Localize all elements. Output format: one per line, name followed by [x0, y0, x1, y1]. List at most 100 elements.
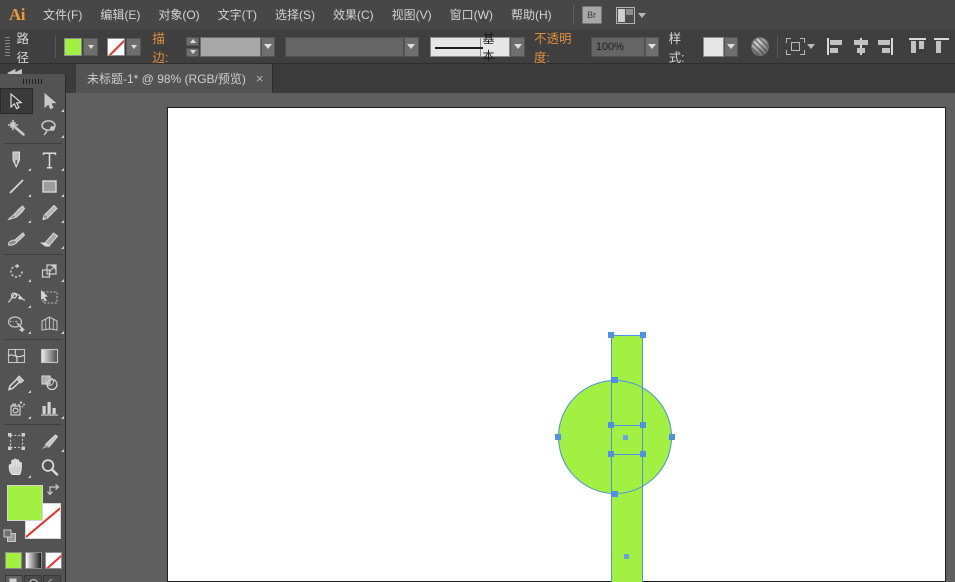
zoom-tool[interactable] [33, 454, 66, 480]
anchor-point[interactable] [555, 434, 561, 440]
color-mode-none-icon[interactable] [45, 552, 62, 569]
rotate-tool[interactable] [0, 258, 33, 284]
stroke-weight-dropdown[interactable] [261, 37, 276, 57]
perspective-grid-tool[interactable] [33, 310, 66, 336]
graphic-style-swatch[interactable] [703, 37, 724, 57]
opacity-input[interactable]: 100% [591, 37, 645, 57]
style-label: 样式: [669, 28, 695, 66]
chevron-down-icon [638, 13, 646, 18]
blob-brush-tool[interactable] [0, 225, 33, 251]
recolor-artwork-icon[interactable] [751, 37, 769, 56]
bridge-icon[interactable]: Br [582, 6, 602, 24]
menu-file[interactable]: 文件(F) [34, 0, 91, 30]
stepper-down-icon [186, 48, 199, 57]
lasso-tool[interactable] [33, 114, 66, 140]
brush-definition-control[interactable]: 基本 [430, 37, 525, 57]
blend-tool[interactable] [33, 369, 66, 395]
document-tab-title: 未标题-1* @ 98% (RGB/预览) [87, 70, 246, 87]
app-logo: Ai [0, 0, 34, 30]
toolbox-fill-swatch[interactable] [7, 485, 43, 521]
type-tool[interactable] [33, 147, 66, 173]
menu-select[interactable]: 选择(S) [266, 0, 324, 30]
artboard-selector[interactable] [786, 38, 815, 55]
toolbox-drag-handle[interactable] [0, 74, 65, 88]
artboard-tool[interactable] [0, 428, 33, 454]
control-bar-grip[interactable] [5, 37, 10, 57]
stroke-weight-label[interactable]: 描边: [152, 28, 178, 66]
fill-swatch[interactable] [64, 38, 82, 56]
align-right-edges-icon[interactable] [878, 38, 894, 55]
shape-builder-tool[interactable] [0, 310, 33, 336]
color-mode-flat[interactable] [5, 552, 22, 569]
align-vertical-center-icon[interactable] [934, 38, 950, 55]
color-mode-gradient[interactable] [25, 552, 42, 569]
fill-control[interactable] [64, 38, 98, 56]
magic-wand-tool[interactable] [0, 114, 33, 140]
tool-divider-2 [4, 254, 62, 255]
draw-normal-mode[interactable] [5, 575, 23, 582]
line-segment-tool[interactable] [0, 173, 33, 199]
hand-tool[interactable] [0, 454, 33, 480]
control-divider-2 [777, 36, 778, 58]
stroke-dropdown-arrow[interactable] [126, 38, 141, 56]
fill-dropdown-arrow[interactable] [83, 38, 98, 56]
toolbox-panel [0, 74, 66, 582]
anchor-point[interactable] [608, 332, 614, 338]
opacity-dropdown[interactable] [645, 37, 660, 57]
rectangle-tool[interactable] [33, 173, 66, 199]
pencil-tool[interactable] [33, 199, 66, 225]
close-icon[interactable]: × [256, 72, 264, 85]
menu-bar: Ai 文件(F) 编辑(E) 对象(O) 文字(T) 选择(S) 效果(C) 视… [0, 0, 955, 30]
width-tool[interactable] [0, 284, 33, 310]
draw-behind-mode[interactable] [24, 575, 42, 582]
menu-type[interactable]: 文字(T) [209, 0, 266, 30]
stroke-profile-input[interactable] [285, 37, 405, 57]
arrange-documents-button[interactable] [616, 7, 646, 24]
menu-view[interactable]: 视图(V) [383, 0, 441, 30]
mesh-tool[interactable] [0, 343, 33, 369]
anchor-point[interactable] [612, 377, 618, 383]
menu-effect[interactable]: 效果(C) [324, 0, 383, 30]
swap-fill-stroke-icon[interactable] [47, 483, 61, 496]
draw-inside-mode[interactable] [43, 575, 61, 582]
rectangle-inner-edge [611, 425, 643, 426]
artboard[interactable] [167, 107, 946, 582]
default-fill-stroke-icon[interactable] [3, 529, 16, 542]
menu-edit[interactable]: 编辑(E) [91, 0, 149, 30]
anchor-point[interactable] [640, 332, 646, 338]
gradient-tool[interactable] [33, 343, 66, 369]
stroke-control[interactable] [107, 38, 141, 56]
scale-tool[interactable] [33, 258, 66, 284]
eyedropper-tool[interactable] [0, 369, 33, 395]
symbol-sprayer-tool[interactable] [0, 395, 33, 421]
tool-divider-3 [4, 339, 62, 340]
selection-tool[interactable] [0, 88, 33, 114]
stroke-profile-dropdown[interactable] [404, 37, 419, 57]
align-horizontal-center-icon[interactable] [852, 38, 868, 55]
slice-tool[interactable] [33, 428, 66, 454]
eraser-tool[interactable] [33, 225, 66, 251]
brush-definition-dropdown[interactable] [510, 37, 525, 57]
stroke-swatch-none-icon[interactable] [107, 38, 125, 56]
free-transform-tool[interactable] [33, 284, 66, 310]
canvas-area[interactable] [66, 93, 955, 582]
opacity-label[interactable]: 不透明度: [534, 28, 583, 66]
menu-object[interactable]: 对象(O) [149, 0, 208, 30]
stroke-weight-stepper[interactable] [186, 37, 199, 57]
align-top-edges-icon[interactable] [909, 38, 925, 55]
column-graph-tool[interactable] [33, 395, 66, 421]
document-tab[interactable]: 未标题-1* @ 98% (RGB/预览) × [76, 64, 273, 93]
paintbrush-tool[interactable] [0, 199, 33, 225]
menu-help[interactable]: 帮助(H) [502, 0, 561, 30]
anchor-point[interactable] [612, 491, 618, 497]
stroke-weight-input[interactable] [200, 37, 260, 57]
graphic-style-dropdown[interactable] [724, 37, 739, 57]
menu-window[interactable]: 窗口(W) [441, 0, 502, 30]
align-left-edges-icon[interactable] [827, 38, 843, 55]
pen-tool[interactable] [0, 147, 33, 173]
center-point [623, 435, 628, 440]
anchor-point[interactable] [669, 434, 675, 440]
document-tab-bar: ◀◀ 未标题-1* @ 98% (RGB/预览) × [0, 64, 955, 93]
color-mode-buttons [0, 548, 66, 572]
direct-selection-tool[interactable] [33, 88, 66, 114]
